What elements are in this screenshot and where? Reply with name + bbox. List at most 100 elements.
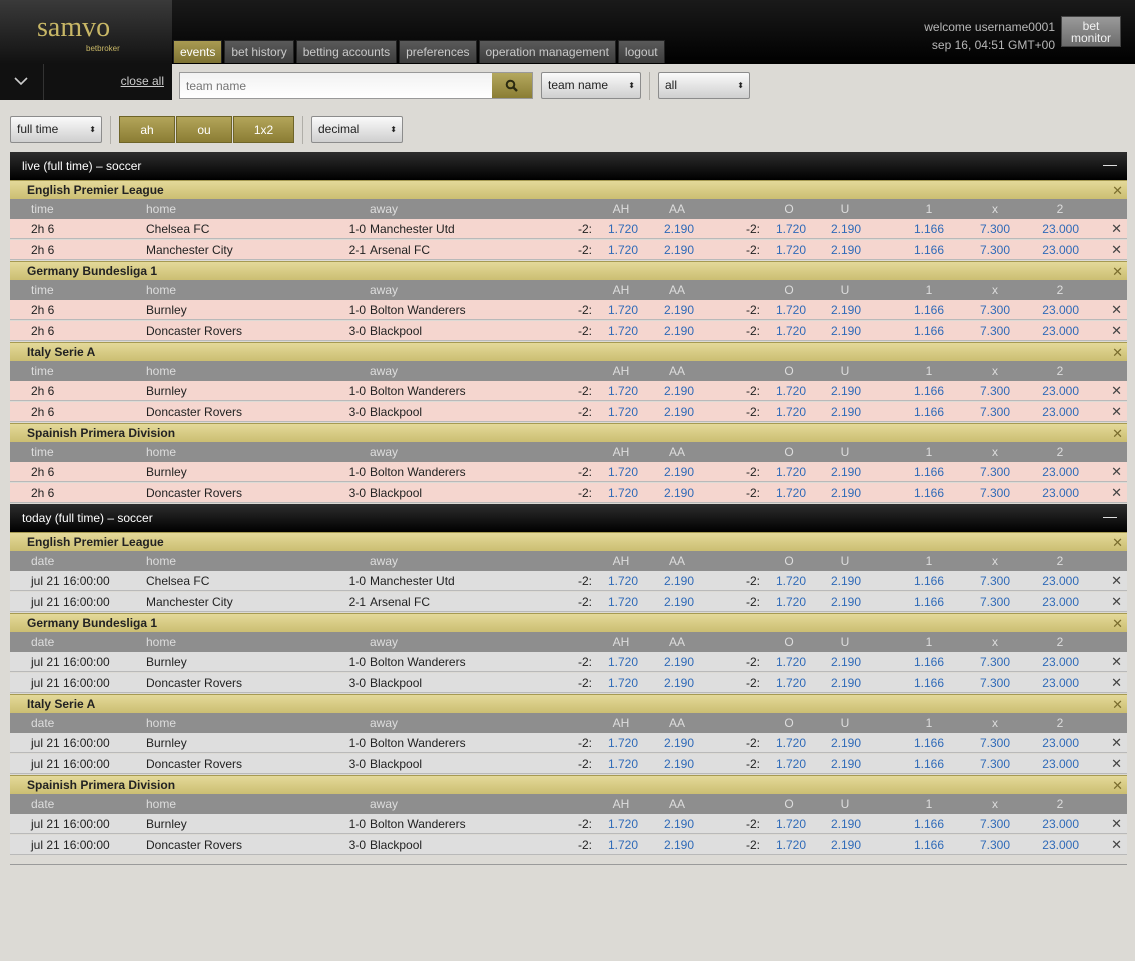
odds-aa[interactable]: 2.190	[650, 571, 694, 591]
odds-u[interactable]: 2.190	[818, 835, 861, 855]
odds-ah[interactable]: 1.720	[596, 592, 638, 612]
odds-ah[interactable]: 1.720	[596, 402, 638, 422]
odds-aa[interactable]: 2.190	[650, 321, 694, 341]
odds-two[interactable]: 23.000	[1030, 300, 1079, 320]
odds-one[interactable]: 1.166	[900, 219, 944, 239]
remove-event-icon[interactable]: ✕	[1111, 462, 1122, 482]
odds-aa[interactable]: 2.190	[650, 814, 694, 834]
search-input[interactable]	[180, 73, 492, 98]
odds-one[interactable]: 1.166	[900, 835, 944, 855]
odds-o[interactable]: 1.720	[764, 219, 806, 239]
close-league-icon[interactable]: ✕	[1112, 614, 1123, 633]
odds-o[interactable]: 1.720	[764, 652, 806, 672]
odds-ah[interactable]: 1.720	[596, 321, 638, 341]
odds-aa[interactable]: 2.190	[650, 219, 694, 239]
tab-bet-history[interactable]: bet history	[224, 40, 294, 63]
odds-aa[interactable]: 2.190	[650, 592, 694, 612]
odds-o[interactable]: 1.720	[764, 814, 806, 834]
odds-o[interactable]: 1.720	[764, 571, 806, 591]
close-league-icon[interactable]: ✕	[1112, 424, 1123, 443]
odds-x[interactable]: 7.300	[966, 733, 1010, 753]
collapse-all-button[interactable]	[0, 64, 44, 100]
ou-toggle-button[interactable]: ou	[176, 116, 232, 143]
odds-one[interactable]: 1.166	[900, 754, 944, 774]
odds-ah[interactable]: 1.720	[596, 300, 638, 320]
1x2-toggle-button[interactable]: 1x2	[233, 116, 294, 143]
period-select[interactable]: full time ⬍	[10, 116, 102, 143]
odds-one[interactable]: 1.166	[900, 381, 944, 401]
odds-u[interactable]: 2.190	[818, 592, 861, 612]
odds-aa[interactable]: 2.190	[650, 483, 694, 503]
odds-aa[interactable]: 2.190	[650, 733, 694, 753]
odds-u[interactable]: 2.190	[818, 300, 861, 320]
odds-x[interactable]: 7.300	[966, 571, 1010, 591]
odds-u[interactable]: 2.190	[818, 673, 861, 693]
odds-aa[interactable]: 2.190	[650, 402, 694, 422]
section-header[interactable]: live (full time) – soccer	[10, 152, 1127, 180]
odds-aa[interactable]: 2.190	[650, 835, 694, 855]
odds-two[interactable]: 23.000	[1030, 462, 1079, 482]
odds-two[interactable]: 23.000	[1030, 652, 1079, 672]
filter-select[interactable]: all ⬍	[658, 72, 750, 99]
odds-one[interactable]: 1.166	[900, 571, 944, 591]
odds-x[interactable]: 7.300	[966, 835, 1010, 855]
logo[interactable]: samvo betbroker	[0, 0, 172, 64]
remove-event-icon[interactable]: ✕	[1111, 240, 1122, 260]
remove-event-icon[interactable]: ✕	[1111, 402, 1122, 422]
odds-u[interactable]: 2.190	[818, 571, 861, 591]
odds-ah[interactable]: 1.720	[596, 462, 638, 482]
odds-two[interactable]: 23.000	[1030, 592, 1079, 612]
odds-aa[interactable]: 2.190	[650, 652, 694, 672]
close-all-link[interactable]: close all	[121, 74, 164, 88]
remove-event-icon[interactable]: ✕	[1111, 483, 1122, 503]
remove-event-icon[interactable]: ✕	[1111, 571, 1122, 591]
odds-aa[interactable]: 2.190	[650, 300, 694, 320]
odds-u[interactable]: 2.190	[818, 814, 861, 834]
odds-u[interactable]: 2.190	[818, 240, 861, 260]
close-league-icon[interactable]: ✕	[1112, 343, 1123, 362]
odds-one[interactable]: 1.166	[900, 814, 944, 834]
odds-u[interactable]: 2.190	[818, 754, 861, 774]
odds-u[interactable]: 2.190	[818, 652, 861, 672]
odds-x[interactable]: 7.300	[966, 300, 1010, 320]
ah-toggle-button[interactable]: ah	[119, 116, 175, 143]
odds-o[interactable]: 1.720	[764, 754, 806, 774]
odds-two[interactable]: 23.000	[1030, 321, 1079, 341]
odds-one[interactable]: 1.166	[900, 402, 944, 422]
tab-betting-accounts[interactable]: betting accounts	[295, 40, 398, 63]
odds-ah[interactable]: 1.720	[596, 652, 638, 672]
odds-aa[interactable]: 2.190	[650, 240, 694, 260]
section-header[interactable]: today (full time) – soccer	[10, 504, 1127, 532]
remove-event-icon[interactable]: ✕	[1111, 592, 1122, 612]
remove-event-icon[interactable]: ✕	[1111, 733, 1122, 753]
tab-events[interactable]: events	[173, 40, 223, 63]
odds-two[interactable]: 23.000	[1030, 571, 1079, 591]
remove-event-icon[interactable]: ✕	[1111, 652, 1122, 672]
odds-one[interactable]: 1.166	[900, 592, 944, 612]
odds-u[interactable]: 2.190	[818, 219, 861, 239]
search-button[interactable]	[492, 73, 532, 98]
odds-two[interactable]: 23.000	[1030, 673, 1079, 693]
odds-one[interactable]: 1.166	[900, 652, 944, 672]
odds-ah[interactable]: 1.720	[596, 483, 638, 503]
odds-x[interactable]: 7.300	[966, 592, 1010, 612]
odds-aa[interactable]: 2.190	[650, 673, 694, 693]
odds-one[interactable]: 1.166	[900, 733, 944, 753]
close-league-icon[interactable]: ✕	[1112, 776, 1123, 795]
odds-two[interactable]: 23.000	[1030, 240, 1079, 260]
odds-one[interactable]: 1.166	[900, 300, 944, 320]
odds-o[interactable]: 1.720	[764, 483, 806, 503]
odds-format-select[interactable]: decimal ⬍	[311, 116, 403, 143]
odds-ah[interactable]: 1.720	[596, 673, 638, 693]
odds-two[interactable]: 23.000	[1030, 483, 1079, 503]
odds-x[interactable]: 7.300	[966, 219, 1010, 239]
odds-x[interactable]: 7.300	[966, 462, 1010, 482]
odds-two[interactable]: 23.000	[1030, 754, 1079, 774]
odds-u[interactable]: 2.190	[818, 381, 861, 401]
bet-monitor-button[interactable]: bet monitor	[1061, 16, 1121, 47]
minimize-icon[interactable]	[1103, 165, 1117, 166]
odds-o[interactable]: 1.720	[764, 240, 806, 260]
close-league-icon[interactable]: ✕	[1112, 695, 1123, 714]
remove-event-icon[interactable]: ✕	[1111, 673, 1122, 693]
odds-aa[interactable]: 2.190	[650, 462, 694, 482]
